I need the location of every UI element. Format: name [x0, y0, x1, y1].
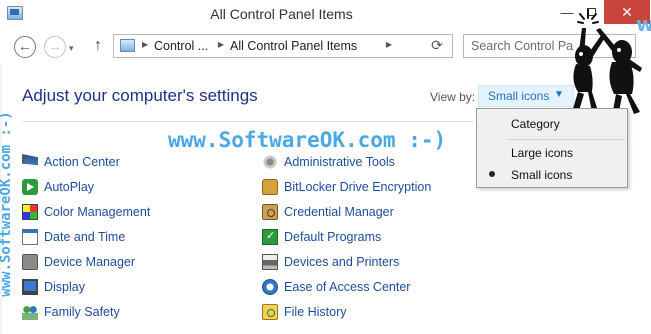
item-color-management[interactable]: Color Management	[22, 202, 150, 222]
breadcrumb-all-items[interactable]: All Control Panel Items	[230, 39, 357, 53]
item-label: Color Management	[44, 205, 151, 219]
view-by-dropdown[interactable]: Small icons ▼	[478, 85, 574, 107]
family-safety-icon	[22, 304, 38, 320]
default-programs-icon	[262, 229, 278, 245]
autoplay-icon	[22, 179, 38, 195]
forward-button[interactable]: →	[44, 36, 66, 58]
title-bar: All Control Panel Items — ✕	[0, 0, 651, 30]
item-label: Ease of Access Center	[284, 280, 411, 294]
menu-item-large-icons[interactable]: Large icons	[511, 146, 573, 160]
item-label: Device Manager	[44, 255, 136, 269]
header-divider	[22, 121, 474, 122]
admin-tools-icon	[262, 154, 278, 170]
item-action-center[interactable]: Action Center	[22, 152, 120, 172]
item-administrative-tools[interactable]: Administrative Tools	[262, 152, 395, 172]
breadcrumb-separator-icon[interactable]: ▸	[142, 37, 148, 51]
item-label: Date and Time	[44, 230, 126, 244]
recent-locations-button[interactable]: ▾	[69, 43, 74, 54]
date-time-icon	[22, 229, 38, 245]
menu-separator	[507, 139, 625, 140]
page-title: Adjust your computer's settings	[22, 86, 258, 105]
item-bitlocker[interactable]: BitLocker Drive Encryption	[262, 177, 431, 197]
back-button[interactable]: ←	[14, 36, 36, 58]
item-label: Administrative Tools	[284, 155, 395, 169]
refresh-button[interactable]: ⟳	[427, 37, 447, 55]
menu-item-category[interactable]: Category	[511, 117, 560, 131]
item-devices-and-printers[interactable]: Devices and Printers	[262, 252, 399, 272]
address-bar[interactable]: ▸ Control ... ▸ All Control Panel Items …	[113, 34, 518, 58]
item-label: Action Center	[44, 155, 120, 169]
view-by-label: View by:	[430, 90, 476, 104]
item-date-and-time[interactable]: Date and Time	[22, 227, 125, 247]
control-panel-icon	[120, 39, 135, 52]
credential-icon	[262, 204, 278, 220]
bitlocker-icon	[262, 179, 278, 195]
menu-item-small-icons[interactable]: Small icons	[511, 168, 572, 182]
watermark-text: www.SoftwareOK.com :-)	[168, 128, 447, 152]
view-by-menu: Category Large icons Small icons	[476, 108, 628, 188]
item-label: Display	[44, 280, 85, 294]
view-by-value: Small icons	[488, 89, 550, 103]
item-device-manager[interactable]: Device Manager	[22, 252, 135, 272]
item-autoplay[interactable]: AutoPlay	[22, 177, 94, 197]
ease-of-access-icon	[262, 279, 278, 295]
breadcrumb-separator-icon[interactable]: ▸	[218, 37, 224, 51]
item-credential-manager[interactable]: Credential Manager	[262, 202, 394, 222]
item-label: Credential Manager	[284, 205, 394, 219]
item-label: AutoPlay	[44, 180, 95, 194]
item-label: Family Safety	[44, 305, 120, 319]
selected-bullet-icon	[489, 171, 495, 177]
item-label: File History	[284, 305, 347, 319]
item-display[interactable]: Display	[22, 277, 85, 297]
item-ease-of-access[interactable]: Ease of Access Center	[262, 277, 410, 297]
device-manager-icon	[22, 254, 38, 270]
item-label: Devices and Printers	[284, 255, 400, 269]
search-placeholder: Search Control Pa	[471, 39, 574, 53]
item-default-programs[interactable]: Default Programs	[262, 227, 381, 247]
printer-icon	[262, 254, 278, 270]
side-watermark-text: www.SoftwareOK.com :-)	[0, 111, 14, 297]
window-title: All Control Panel Items	[210, 6, 353, 22]
item-family-safety[interactable]: Family Safety	[22, 302, 120, 322]
breadcrumb-control-panel[interactable]: Control ...	[154, 39, 208, 53]
file-history-icon	[262, 304, 278, 320]
item-label: BitLocker Drive Encryption	[284, 180, 432, 194]
breadcrumb-separator-icon[interactable]: ▸	[386, 37, 392, 51]
color-management-icon	[22, 204, 38, 220]
item-label: Default Programs	[284, 230, 382, 244]
item-file-history[interactable]: File History	[262, 302, 347, 322]
display-icon	[22, 279, 38, 295]
mascot-illustration	[572, 9, 642, 117]
flag-icon	[22, 154, 38, 166]
up-button[interactable]: ↑	[94, 37, 102, 55]
